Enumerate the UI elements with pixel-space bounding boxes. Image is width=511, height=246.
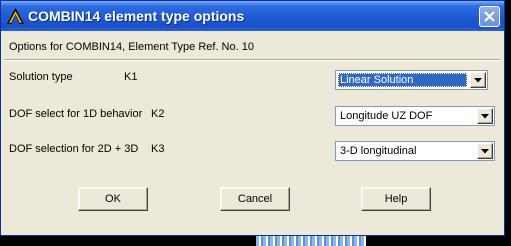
divider bbox=[4, 59, 501, 61]
help-button[interactable]: Help bbox=[361, 187, 431, 211]
ok-button[interactable]: OK bbox=[78, 187, 148, 211]
solution-type-dropdown-button[interactable] bbox=[470, 72, 486, 88]
element-info-text: Options for COMBIN14, Element Type Ref. … bbox=[9, 41, 254, 53]
solution-type-select[interactable]: Linear Solution bbox=[335, 70, 488, 90]
close-button[interactable] bbox=[479, 6, 500, 27]
element-type-options-dialog: COMBIN14 element type options Options fo… bbox=[0, 0, 505, 236]
dof-1d-select[interactable]: Longitude UZ DOF bbox=[335, 106, 495, 126]
dof-2d-3d-dropdown-button[interactable] bbox=[477, 143, 493, 159]
title-bar[interactable]: COMBIN14 element type options bbox=[1, 1, 504, 31]
chevron-down-icon bbox=[481, 114, 489, 119]
chevron-down-icon bbox=[481, 149, 489, 154]
dof-1d-key: K2 bbox=[151, 108, 165, 120]
dof-1d-value: Longitude UZ DOF bbox=[340, 110, 433, 122]
close-icon bbox=[484, 11, 495, 22]
window-title: COMBIN14 element type options bbox=[28, 8, 245, 24]
cancel-button[interactable]: Cancel bbox=[220, 187, 290, 211]
dof-1d-label: DOF select for 1D behavior bbox=[9, 108, 143, 120]
dof-2d-3d-label: DOF selection for 2D + 3D bbox=[9, 143, 139, 155]
dof-2d-3d-value: 3-D longitudinal bbox=[340, 145, 417, 157]
ansys-logo-icon bbox=[7, 8, 24, 24]
solution-type-key: K1 bbox=[124, 71, 138, 83]
desktop-background bbox=[256, 236, 366, 246]
solution-type-value: Linear Solution bbox=[338, 73, 467, 87]
dof-2d-3d-select[interactable]: 3-D longitudinal bbox=[335, 141, 495, 161]
dof-1d-dropdown-button[interactable] bbox=[477, 108, 493, 124]
solution-type-label: Solution type bbox=[9, 71, 73, 83]
dof-2d-3d-key: K3 bbox=[151, 143, 165, 155]
chevron-down-icon bbox=[474, 78, 482, 83]
